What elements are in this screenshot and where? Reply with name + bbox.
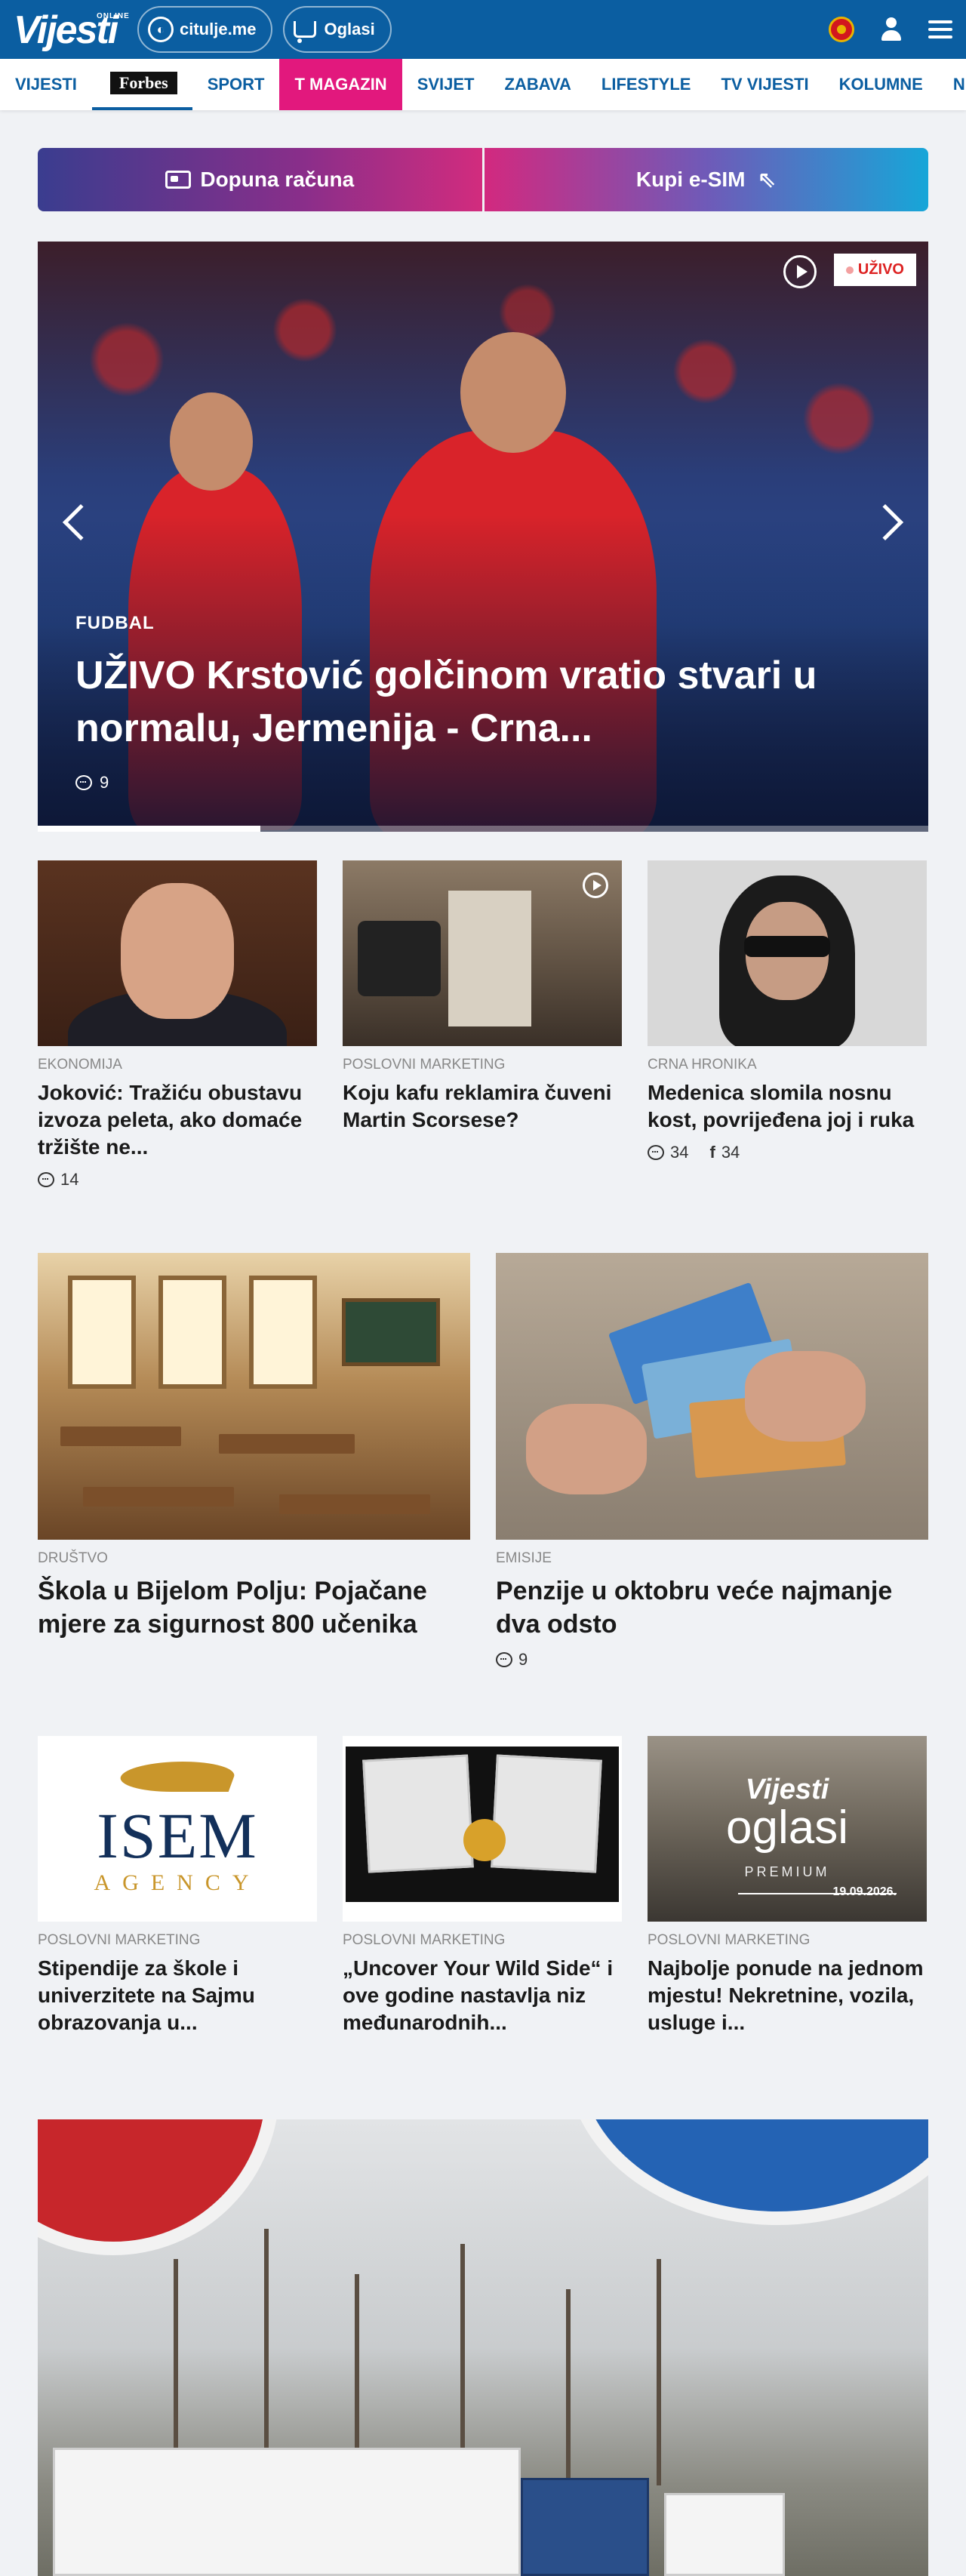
top-bar: ONLINE Vijesti ◐ citulje.me Oglasi	[0, 0, 966, 59]
main-nav: VIJESTI Forbes SPORT T MAGAZIN SVIJET ZA…	[0, 59, 966, 110]
hero-headline[interactable]: UŽIVO Krstović golčinom vratio stvari u …	[75, 649, 875, 755]
video-play-icon	[783, 255, 817, 288]
live-badge: UŽIVO	[833, 254, 916, 286]
montenegro-flag-icon[interactable]	[829, 17, 854, 42]
article-card[interactable]: CRNA HRONIKA Medenica slomila nosnu kost…	[648, 860, 927, 1190]
hamburger-menu-icon[interactable]	[928, 20, 952, 38]
cart-icon	[294, 21, 317, 43]
article-title[interactable]: Škola u Bijelom Polju: Pojačane mjere za…	[38, 1574, 470, 1641]
article-title[interactable]: Penzije u oktobru veće najmanje dva odst…	[496, 1574, 928, 1641]
esim-label: Kupi e-SIM	[635, 168, 746, 191]
article-thumbnail	[343, 1736, 622, 1922]
article-category: EKONOMIJA	[38, 1057, 122, 1073]
comment-icon	[496, 1652, 512, 1667]
nav-item-lifestyle[interactable]: LIFESTYLE	[586, 59, 706, 110]
article-category: POSLOVNI MARKETING	[648, 1932, 811, 1948]
article-title[interactable]: Medenica slomila nosnu kost, povrijeđena…	[648, 1079, 927, 1134]
comment-count: 9	[518, 1650, 528, 1669]
article-card[interactable]: EKONOMIJA Joković: Tražiću obustavu izvo…	[38, 860, 317, 1190]
nav-item-tv-vijesti[interactable]: TV VIJESTI	[706, 59, 823, 110]
slider-progress	[38, 826, 928, 832]
article-category: POSLOVNI MARKETING	[343, 1057, 506, 1073]
comment-icon	[648, 1145, 664, 1160]
top-right-actions	[829, 0, 952, 59]
article-meta: 14	[38, 1170, 317, 1190]
oglasi-button[interactable]: Oglasi	[283, 6, 392, 53]
comment-count: 14	[60, 1170, 79, 1189]
article-category: POSLOVNI MARKETING	[38, 1932, 201, 1948]
hero-slider[interactable]: UŽIVO FUDBAL UŽIVO Krstović golčinom vra…	[38, 242, 928, 832]
featured-article-image[interactable]	[38, 2119, 928, 2576]
article-thumbnail	[343, 860, 622, 1046]
facebook-icon: f	[709, 1143, 715, 1162]
card-icon	[165, 171, 192, 189]
article-thumbnail	[38, 860, 317, 1046]
article-meta: 9	[496, 1650, 928, 1670]
comment-count: 34	[670, 1143, 689, 1162]
article-card[interactable]: Vijesti oglasi PREMIUM 19.09.2026. POSLO…	[648, 1736, 927, 2036]
nav-item-more[interactable]: N	[938, 59, 966, 110]
oglasi-date: 19.09.2026.	[832, 1885, 897, 1898]
article-card[interactable]: POSLOVNI MARKETING Koju kafu reklamira č…	[343, 860, 622, 1190]
citulje-button[interactable]: ◐ citulje.me	[137, 6, 273, 53]
promo-bar: Dopuna računa Kupi e-SIM ⇖	[38, 148, 928, 211]
hero-category: FUDBAL	[75, 613, 155, 633]
article-card[interactable]: ISEM AGENCY POSLOVNI MARKETING Stipendij…	[38, 1736, 317, 2036]
nav-item-svijet[interactable]: SVIJET	[402, 59, 490, 110]
logo-wordmark: Vijesti	[14, 8, 118, 52]
article-card[interactable]: DRUŠTVO Škola u Bijelom Polju: Pojačane …	[38, 1253, 470, 1670]
article-title[interactable]: Najbolje ponude na jednom mjestu! Nekret…	[648, 1955, 927, 2036]
isem-agency-logo: ISEM AGENCY	[38, 1736, 317, 1922]
share-count: 34	[721, 1143, 740, 1162]
nav-item-zabava[interactable]: ZABAVA	[490, 59, 586, 110]
article-title[interactable]: Koju kafu reklamira čuveni Martin Scorse…	[343, 1079, 622, 1134]
article-thumbnail: Vijesti oglasi PREMIUM 19.09.2026.	[648, 1736, 927, 1922]
nav-item-tmagazin[interactable]: T MAGAZIN	[279, 59, 402, 110]
user-icon[interactable]	[880, 17, 903, 42]
article-category: EMISIJE	[496, 1550, 552, 1566]
hero-comments: 9	[75, 773, 109, 792]
comment-icon	[75, 775, 92, 790]
nav-item-forbes[interactable]: Forbes	[91, 59, 192, 110]
kupi-esim-button[interactable]: Kupi e-SIM ⇖	[484, 148, 928, 211]
article-title[interactable]: Stipendije za škole i univerzitete na Sa…	[38, 1955, 317, 2036]
article-meta: 34 f 34	[648, 1143, 927, 1162]
forbes-logo: Forbes	[109, 72, 177, 94]
video-play-icon	[583, 873, 608, 898]
article-category: POSLOVNI MARKETING	[343, 1932, 506, 1948]
live-label: UŽIVO	[857, 261, 904, 278]
article-card[interactable]: EMISIJE Penzije u oktobru veće najmanje …	[496, 1253, 928, 1670]
nav-item-sport[interactable]: SPORT	[192, 59, 280, 110]
dopuna-racuna-button[interactable]: Dopuna računa	[38, 148, 482, 211]
article-category: CRNA HRONIKA	[648, 1057, 757, 1073]
nav-item-kolumne[interactable]: KOLUMNE	[824, 59, 938, 110]
vijesti-logo[interactable]: ONLINE Vijesti	[14, 6, 129, 53]
dopuna-label: Dopuna računa	[200, 168, 355, 191]
citulje-label: citulje.me	[180, 20, 257, 38]
article-row-2: DRUŠTVO Škola u Bijelom Polju: Pojačane …	[38, 1253, 928, 1670]
article-thumbnail	[38, 1253, 470, 1540]
article-title[interactable]: „Uncover Your Wild Side“ i ove godine na…	[343, 1955, 622, 2036]
cursor-click-icon: ⇖	[757, 167, 777, 192]
article-category: DRUŠTVO	[38, 1550, 108, 1566]
globe-icon: ◐	[148, 17, 174, 42]
article-thumbnail	[648, 860, 927, 1046]
nav-item-vijesti[interactable]: VIJESTI	[0, 59, 92, 110]
article-title[interactable]: Joković: Tražiću obustavu izvoza peleta,…	[38, 1079, 317, 1161]
article-thumbnail	[496, 1253, 928, 1540]
oglasi-tag: PREMIUM	[744, 1864, 830, 1879]
article-row-1: EKONOMIJA Joković: Tražiću obustavu izvo…	[38, 860, 928, 1190]
article-card[interactable]: POSLOVNI MARKETING „Uncover Your Wild Si…	[343, 1736, 622, 2036]
oglasi-label: Oglasi	[324, 20, 375, 38]
comment-icon	[38, 1172, 54, 1187]
hero-comment-count: 9	[100, 773, 109, 792]
article-row-3: ISEM AGENCY POSLOVNI MARKETING Stipendij…	[38, 1736, 928, 2036]
oglasi-word: oglasi	[726, 1802, 848, 1854]
